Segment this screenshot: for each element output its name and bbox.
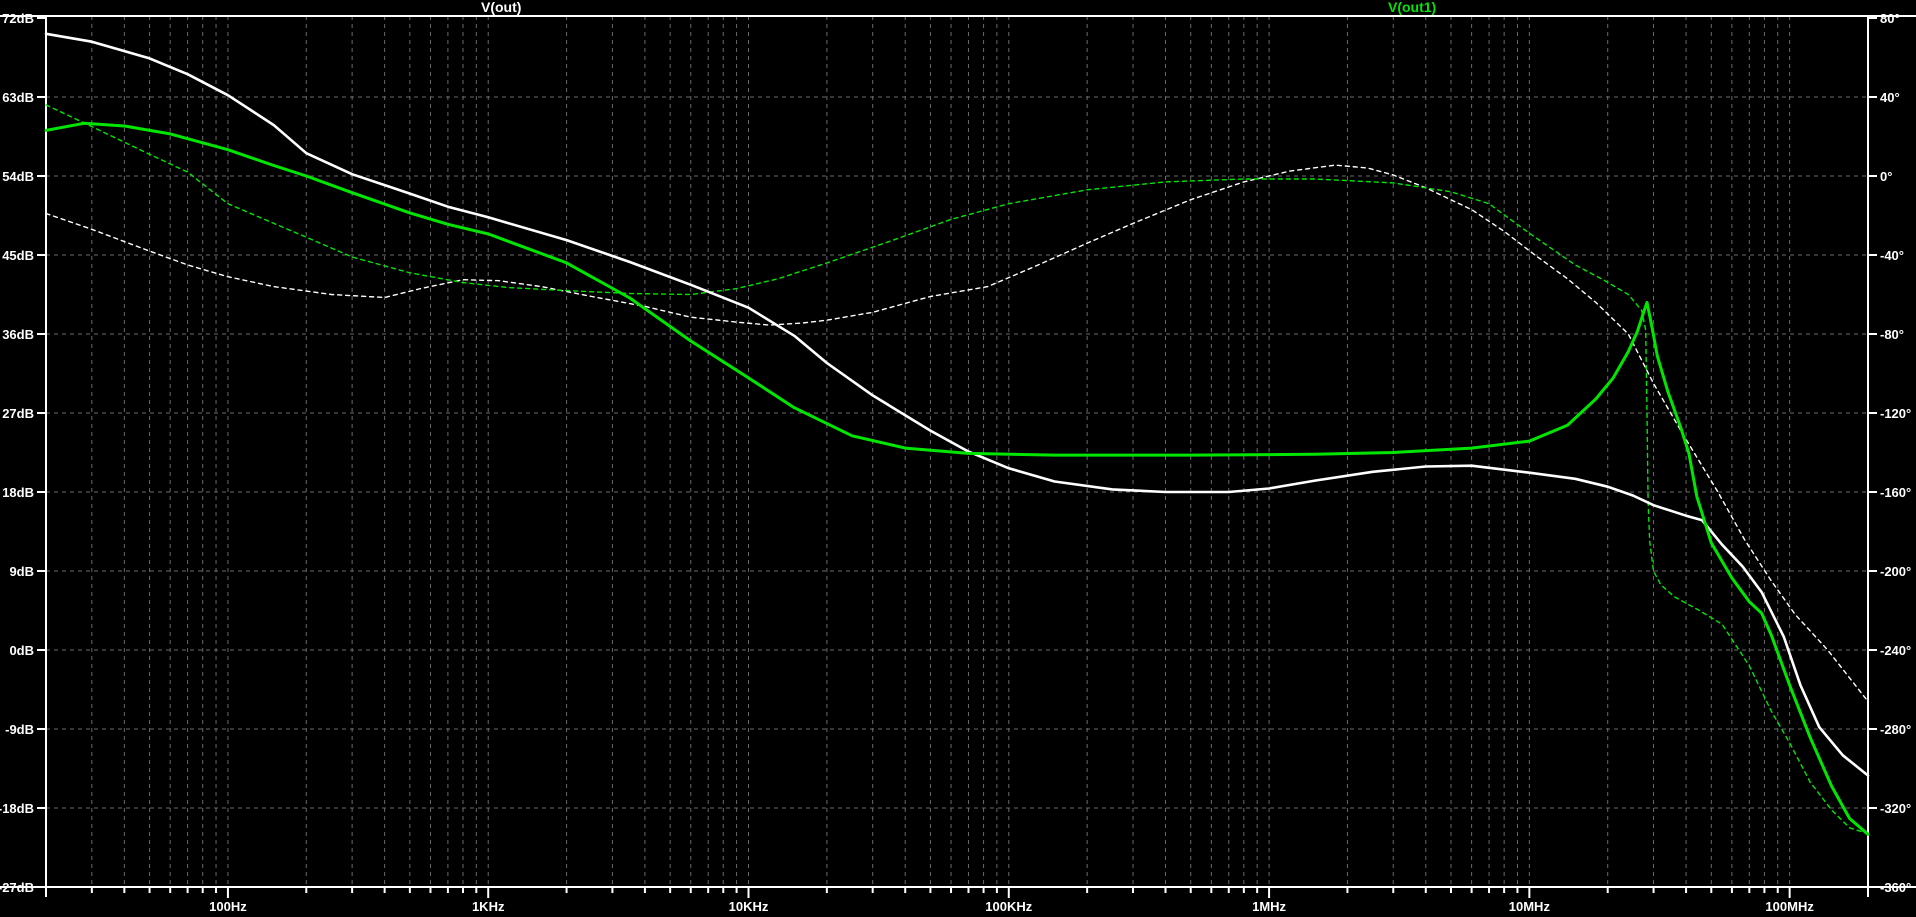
- right-axis-label[interactable]: -200°: [1880, 564, 1911, 579]
- left-axis-label[interactable]: -9dB: [5, 722, 34, 737]
- freq-axis-label[interactable]: 1MHz: [1252, 899, 1286, 914]
- left-axis-label[interactable]: 36dB: [2, 327, 34, 342]
- right-axis-label[interactable]: -40°: [1880, 248, 1904, 263]
- freq-axis-label[interactable]: 10KHz: [729, 899, 769, 914]
- left-axis-label[interactable]: 9dB: [9, 564, 34, 579]
- right-axis-label[interactable]: -280°: [1880, 722, 1911, 737]
- right-axis-label[interactable]: -320°: [1880, 801, 1911, 816]
- freq-axis-label[interactable]: 100Hz: [209, 899, 247, 914]
- left-axis-label[interactable]: 27dB: [2, 406, 34, 421]
- trace-v-out1-phase: [45, 104, 1869, 835]
- freq-axis-label[interactable]: 1KHz: [472, 899, 505, 914]
- left-axis-label[interactable]: 0dB: [9, 643, 34, 658]
- right-axis-label[interactable]: 0°: [1880, 169, 1892, 184]
- waveform-viewer-pane: V(out) V(out1) 72dB 63dB 54dB 45dB 36dB 27dB 1…: [0, 0, 1916, 917]
- trace-v-out-magnitude: [44, 32, 1870, 777]
- right-axis-label[interactable]: -240°: [1880, 643, 1911, 658]
- freq-axis-label[interactable]: 100KHz: [985, 899, 1032, 914]
- right-axis-label[interactable]: 40°: [1880, 90, 1900, 105]
- freq-axis-label[interactable]: 10MHz: [1509, 899, 1551, 914]
- left-axis-label[interactable]: -27dB: [0, 880, 34, 895]
- left-axis-label[interactable]: 72dB: [2, 11, 34, 26]
- right-axis-label[interactable]: 80°: [1880, 11, 1900, 26]
- right-axis-label[interactable]: -360°: [1880, 880, 1911, 895]
- right-axis-label[interactable]: -160°: [1880, 485, 1911, 500]
- left-axis-label[interactable]: 18dB: [2, 485, 34, 500]
- trace-v-out1-magnitude: [44, 121, 1870, 836]
- bode-plot-canvas[interactable]: 72dB 63dB 54dB 45dB 36dB 27dB 18dB 9dB 0dB -9dB -1…: [0, 0, 1916, 917]
- left-axis-label[interactable]: 45dB: [2, 248, 34, 263]
- trace-v-out-phase: [45, 164, 1869, 703]
- right-axis-label[interactable]: -80°: [1880, 327, 1904, 342]
- left-axis-label[interactable]: 63dB: [2, 90, 34, 105]
- freq-axis-label[interactable]: 100MHz: [1765, 899, 1814, 914]
- left-axis-label[interactable]: 54dB: [2, 169, 34, 184]
- left-axis-label[interactable]: -18dB: [0, 801, 34, 816]
- right-axis-label[interactable]: -120°: [1880, 406, 1911, 421]
